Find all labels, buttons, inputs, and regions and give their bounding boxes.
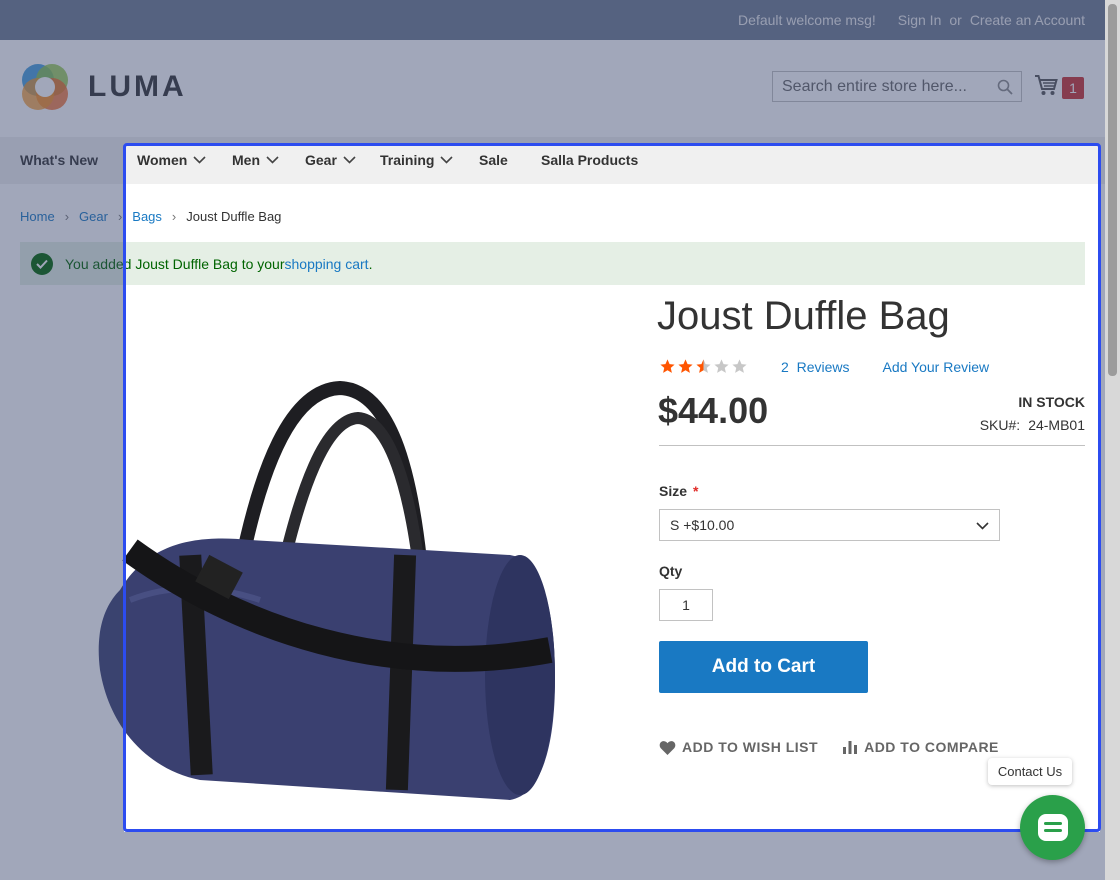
highlight-frame	[123, 143, 1101, 832]
chat-button[interactable]	[1020, 795, 1085, 860]
page-scrollbar[interactable]	[1105, 0, 1120, 880]
chat-icon	[1037, 813, 1068, 841]
overlay-mask	[0, 40, 124, 880]
overlay-mask	[124, 0, 1105, 144]
scrollbar-thumb[interactable]	[1108, 4, 1117, 376]
overlay-mask	[0, 0, 124, 40]
contact-us-label[interactable]: Contact Us	[988, 758, 1072, 785]
overlay-mask	[124, 832, 1105, 880]
